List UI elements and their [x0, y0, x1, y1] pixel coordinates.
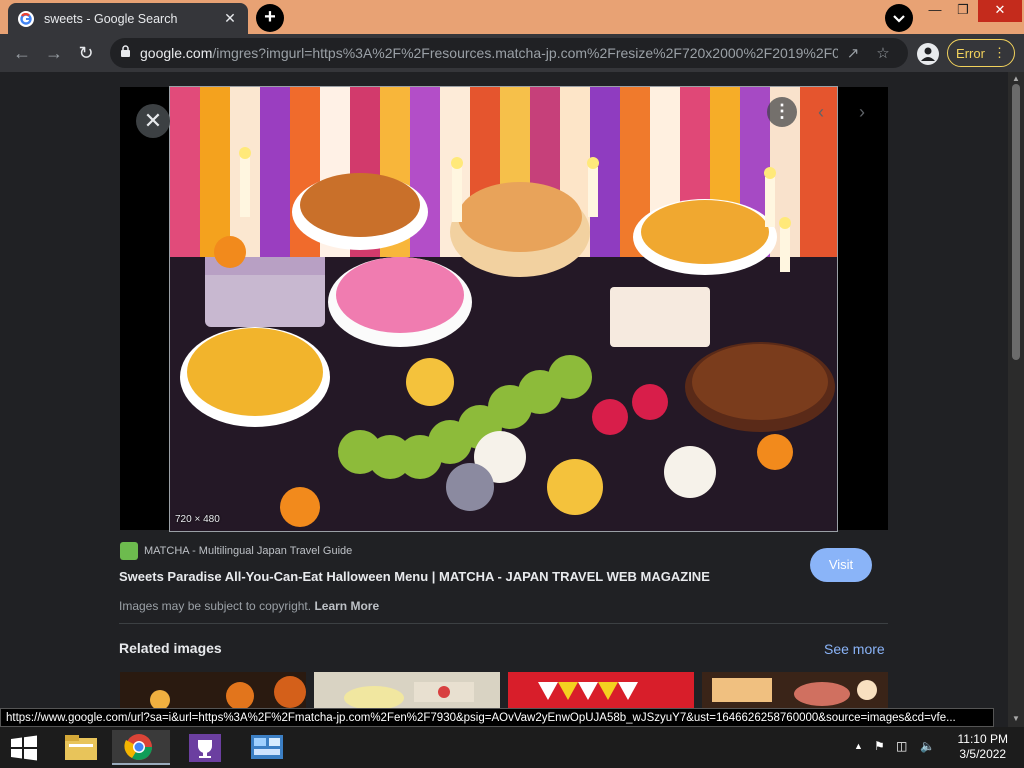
restore-button[interactable]: ❐: [948, 0, 978, 22]
image-dimensions: 720 × 480: [175, 514, 220, 525]
windows-start-icon[interactable]: [8, 733, 40, 763]
address-bar[interactable]: google.com/imgres?imgurl=https%3A%2F%2Fr…: [110, 38, 908, 68]
volume-muted-icon[interactable]: 🔈: [920, 739, 935, 753]
bookmark-star-icon[interactable]: ☆: [868, 44, 898, 62]
preview-image[interactable]: [169, 86, 838, 532]
related-thumbnail[interactable]: [120, 672, 306, 708]
trophy-app-icon[interactable]: [176, 730, 234, 765]
related-images-heading: Related images: [119, 640, 222, 656]
clock-date: 3/5/2022: [959, 747, 1007, 761]
source-name: MATCHA - Multilingual Japan Travel Guide: [144, 545, 353, 557]
profile-avatar-icon[interactable]: [917, 43, 939, 65]
status-bar-url: https://www.google.com/url?sa=i&url=http…: [0, 708, 994, 727]
result-title[interactable]: Sweets Paradise All-You-Can-Eat Hallowee…: [119, 569, 710, 584]
scroll-down-icon[interactable]: ▼: [1008, 714, 1024, 723]
back-icon[interactable]: ←: [10, 42, 34, 64]
vertical-scrollbar[interactable]: ▲ ▼: [1008, 72, 1024, 727]
system-tray: ▲ ⚑ ◫ 🔈 11:10 PM 3/5/2022: [844, 727, 1024, 768]
clock-time: 11:10 PM: [957, 732, 1008, 746]
tab-close-icon[interactable]: ✕: [222, 10, 238, 27]
related-thumbnail[interactable]: [314, 672, 500, 708]
scroll-up-icon[interactable]: ▲: [1008, 74, 1024, 83]
close-window-button[interactable]: ✕: [978, 0, 1022, 22]
related-images-row: [120, 672, 888, 708]
error-label: Error: [956, 45, 985, 61]
related-thumbnail[interactable]: [702, 672, 888, 708]
forward-icon[interactable]: →: [42, 42, 66, 64]
see-more-link[interactable]: See more: [824, 641, 885, 657]
previous-image-icon[interactable]: ‹: [807, 99, 835, 127]
scroll-thumb[interactable]: [1012, 84, 1020, 360]
flag-icon[interactable]: ⚑: [874, 739, 885, 753]
halloween-sweets-photo: [170, 87, 837, 531]
browser-tab[interactable]: sweets - Google Search ✕: [8, 3, 248, 34]
file-explorer-icon[interactable]: [52, 730, 110, 765]
url-text: google.com/imgres?imgurl=https%3A%2F%2Fr…: [140, 45, 838, 61]
menu-kebab-icon: ⋮: [992, 45, 1006, 60]
reload-icon[interactable]: ↻: [74, 42, 98, 64]
minimize-button[interactable]: —: [920, 0, 950, 22]
error-button[interactable]: Error ⋮: [947, 39, 1015, 67]
chevron-up-icon[interactable]: ▲: [854, 741, 863, 751]
source-link[interactable]: MATCHA - Multilingual Japan Travel Guide: [120, 542, 352, 560]
share-icon[interactable]: ↗: [838, 44, 868, 62]
tab-search-button[interactable]: [885, 4, 913, 32]
copyright-notice: Images may be subject to copyright. Lear…: [119, 599, 379, 613]
close-viewer-button[interactable]: ✕: [136, 104, 170, 138]
control-panel-icon[interactable]: [238, 730, 296, 765]
more-options-icon[interactable]: ⋮: [767, 97, 797, 127]
browser-toolbar: ← → ↻ google.com/imgres?imgurl=https%3A%…: [0, 34, 1024, 72]
visit-button[interactable]: Visit: [810, 548, 872, 582]
image-viewer: ✕ ⋮ ‹ › 720 × 480: [120, 86, 888, 532]
clock[interactable]: 11:10 PM 3/5/2022: [958, 732, 1008, 762]
new-tab-button[interactable]: +: [256, 4, 284, 32]
windows-taskbar: ▲ ⚑ ◫ 🔈 11:10 PM 3/5/2022: [0, 727, 1024, 768]
network-icon[interactable]: ◫: [896, 739, 907, 753]
lock-icon: [120, 45, 140, 61]
matcha-logo-icon: [120, 542, 138, 560]
next-image-icon[interactable]: ›: [848, 99, 876, 127]
copyright-text: Images may be subject to copyright.: [119, 599, 312, 613]
tab-title: sweets - Google Search: [44, 11, 178, 26]
google-icon: [18, 10, 34, 27]
related-thumbnail[interactable]: [508, 672, 694, 708]
learn-more-link[interactable]: Learn More: [314, 599, 379, 613]
divider: [119, 623, 888, 624]
page-content: ✕ ⋮ ‹ › 720 × 480 MATCHA - Multilingual …: [0, 72, 1008, 708]
chevron-down-icon: [893, 15, 905, 23]
title-bar: sweets - Google Search ✕ + — ❐ ✕: [0, 0, 1024, 34]
chrome-taskbar-icon[interactable]: [112, 730, 170, 765]
